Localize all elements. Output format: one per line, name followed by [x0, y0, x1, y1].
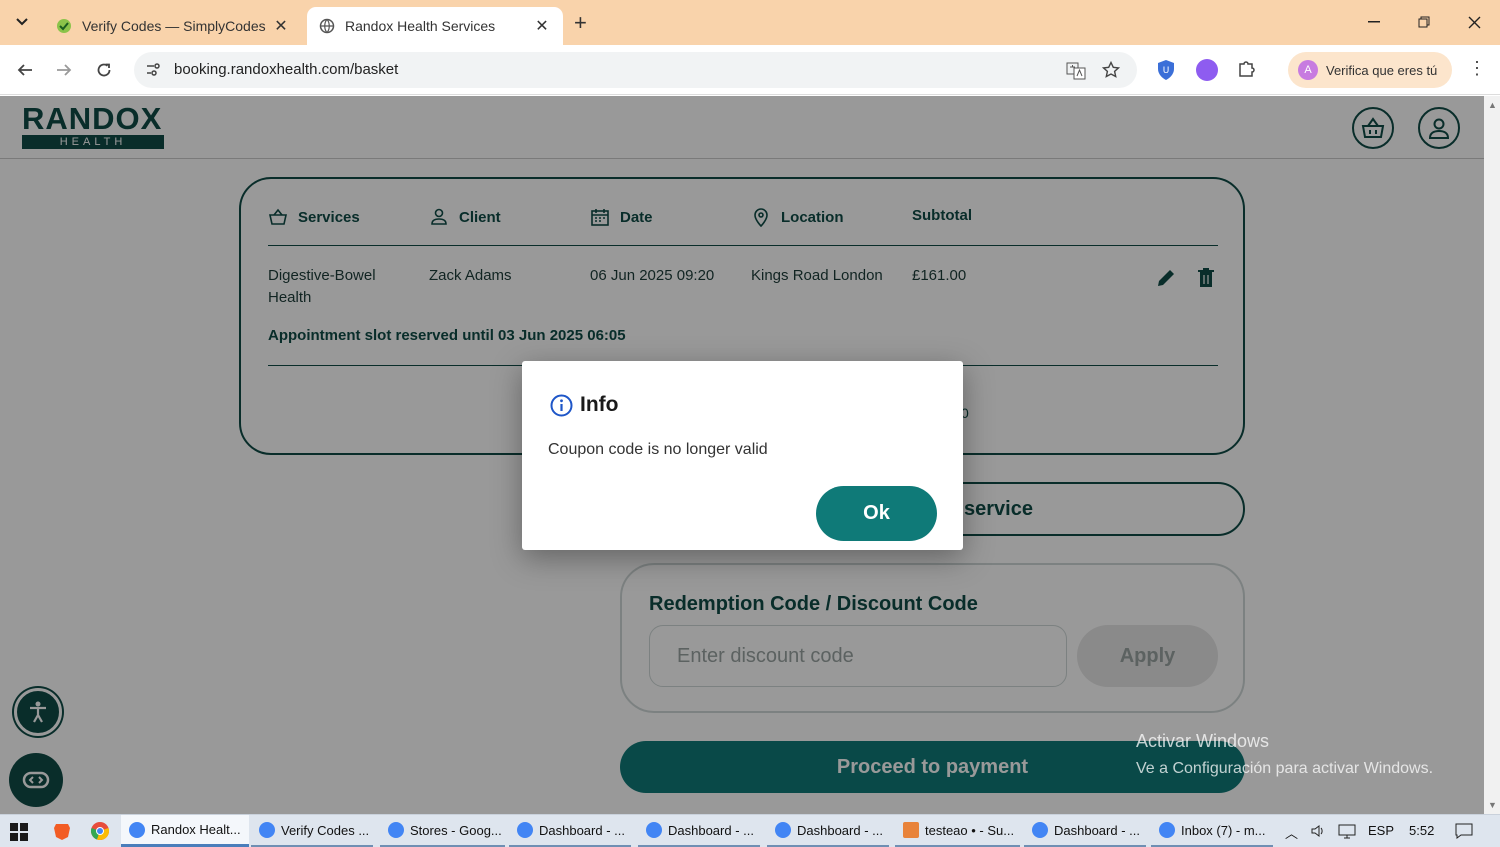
- close-window-icon[interactable]: [1452, 8, 1496, 36]
- purple-extension-icon[interactable]: [1196, 59, 1218, 81]
- scroll-up-icon[interactable]: ▲: [1488, 100, 1497, 110]
- taskbar-item[interactable]: Dashboard - ...: [1024, 815, 1146, 847]
- page-content: RANDOX HEALTH Services Client Date Locat…: [0, 96, 1484, 814]
- sublime-text-icon: [903, 822, 919, 838]
- url-text: booking.randoxhealth.com/basket: [174, 61, 399, 78]
- chrome-icon: [388, 822, 404, 838]
- taskbar-item[interactable]: Dashboard - ...: [509, 815, 631, 847]
- chrome-icon[interactable]: [90, 821, 110, 841]
- taskbar-item[interactable]: Randox Healt...: [121, 815, 249, 847]
- info-icon: [550, 394, 573, 417]
- simplycodes-favicon-icon: [56, 18, 72, 34]
- taskbar-item[interactable]: Verify Codes ...: [251, 815, 373, 847]
- forward-icon[interactable]: [52, 58, 76, 82]
- clock[interactable]: 5:52: [1409, 823, 1434, 838]
- tab-title: Verify Codes — SimplyCodes: [82, 18, 266, 34]
- volume-icon[interactable]: [1310, 823, 1326, 842]
- dialog-message: Coupon code is no longer valid: [548, 441, 768, 458]
- taskbar-item-label: Stores - Goog...: [410, 822, 502, 838]
- taskbar-item-label: testeao • - Su...: [925, 822, 1015, 838]
- new-tab-icon[interactable]: +: [574, 10, 587, 36]
- chrome-icon: [259, 822, 275, 838]
- taskbar-item-label: Dashboard - ...: [1054, 822, 1140, 838]
- windows-activation-watermark: Activar Windows Ve a Configuración para …: [1136, 728, 1433, 782]
- language-indicator[interactable]: ESP: [1368, 823, 1394, 838]
- info-dialog: Info Coupon code is no longer valid Ok: [522, 361, 963, 550]
- shield-extension-icon[interactable]: U: [1156, 59, 1178, 81]
- taskbar-item[interactable]: Dashboard - ...: [767, 815, 889, 847]
- notifications-icon[interactable]: [1455, 823, 1473, 842]
- windows-taskbar: Randox Healt... Verify Codes ... Stores …: [0, 814, 1500, 847]
- browser-menu-icon[interactable]: ⋮: [1468, 58, 1486, 79]
- tab-title: Randox Health Services: [345, 18, 496, 34]
- globe-icon: [319, 18, 335, 34]
- chrome-icon: [129, 821, 145, 838]
- profile-chip[interactable]: A Verifica que eres tú: [1288, 52, 1452, 88]
- chrome-icon: [1159, 822, 1175, 838]
- taskbar-item-label: Inbox (7) - m...: [1181, 822, 1266, 838]
- network-icon[interactable]: [1338, 823, 1356, 842]
- taskbar-item[interactable]: Inbox (7) - m...: [1151, 815, 1273, 847]
- browser-tab-simplycodes[interactable]: Verify Codes — SimplyCodes ✕: [44, 7, 302, 45]
- taskbar-item[interactable]: Stores - Goog...: [380, 815, 505, 847]
- tab-search-icon[interactable]: [8, 8, 36, 36]
- chrome-icon: [1032, 822, 1048, 838]
- extensions-puzzle-icon[interactable]: [1236, 58, 1258, 80]
- scroll-down-icon[interactable]: ▼: [1488, 800, 1497, 810]
- taskbar-item-label: Dashboard - ...: [668, 822, 754, 838]
- ok-button[interactable]: Ok: [816, 486, 937, 541]
- browser-tab-randox[interactable]: Randox Health Services ✕: [307, 7, 563, 45]
- show-hidden-icons-icon[interactable]: ︿: [1285, 823, 1298, 842]
- dialog-title: Info: [580, 393, 619, 416]
- avatar: A: [1298, 60, 1318, 80]
- reload-icon[interactable]: [92, 58, 116, 82]
- watermark-line2: Ve a Configuración para activar Windows.: [1136, 760, 1434, 777]
- bookmark-star-icon[interactable]: [1101, 60, 1122, 81]
- minimize-icon[interactable]: [1352, 8, 1396, 36]
- site-settings-icon[interactable]: [144, 61, 162, 79]
- watermark-line1: Activar Windows: [1136, 731, 1270, 751]
- taskbar-item[interactable]: testeao • - Su...: [895, 815, 1020, 847]
- taskbar-item-label: Randox Healt...: [151, 822, 241, 837]
- taskbar-item-label: Dashboard - ...: [797, 822, 883, 838]
- profile-label: Verifica que eres tú: [1326, 62, 1438, 78]
- translate-icon[interactable]: [1066, 61, 1086, 81]
- back-icon[interactable]: [13, 58, 37, 82]
- svg-text:U: U: [1163, 66, 1170, 76]
- taskbar-item-label: Verify Codes ...: [281, 822, 370, 838]
- close-tab-icon[interactable]: ✕: [533, 16, 551, 36]
- page-scrollbar[interactable]: ▲ ▼: [1484, 96, 1500, 814]
- close-tab-icon[interactable]: ✕: [272, 16, 290, 36]
- chrome-icon: [775, 822, 791, 838]
- browser-tab-strip: Verify Codes — SimplyCodes ✕ Randox Heal…: [0, 0, 1500, 45]
- chrome-icon: [646, 822, 662, 838]
- chrome-icon: [517, 822, 533, 838]
- browser-toolbar: booking.randoxhealth.com/basket U A Veri…: [0, 45, 1500, 95]
- address-bar[interactable]: booking.randoxhealth.com/basket: [134, 52, 1137, 88]
- brave-browser-icon[interactable]: [52, 821, 72, 841]
- restore-icon[interactable]: [1402, 8, 1446, 36]
- taskbar-item-label: Dashboard - ...: [539, 822, 625, 838]
- taskbar-item[interactable]: Dashboard - ...: [638, 815, 760, 847]
- windows-start-icon[interactable]: [10, 823, 28, 841]
